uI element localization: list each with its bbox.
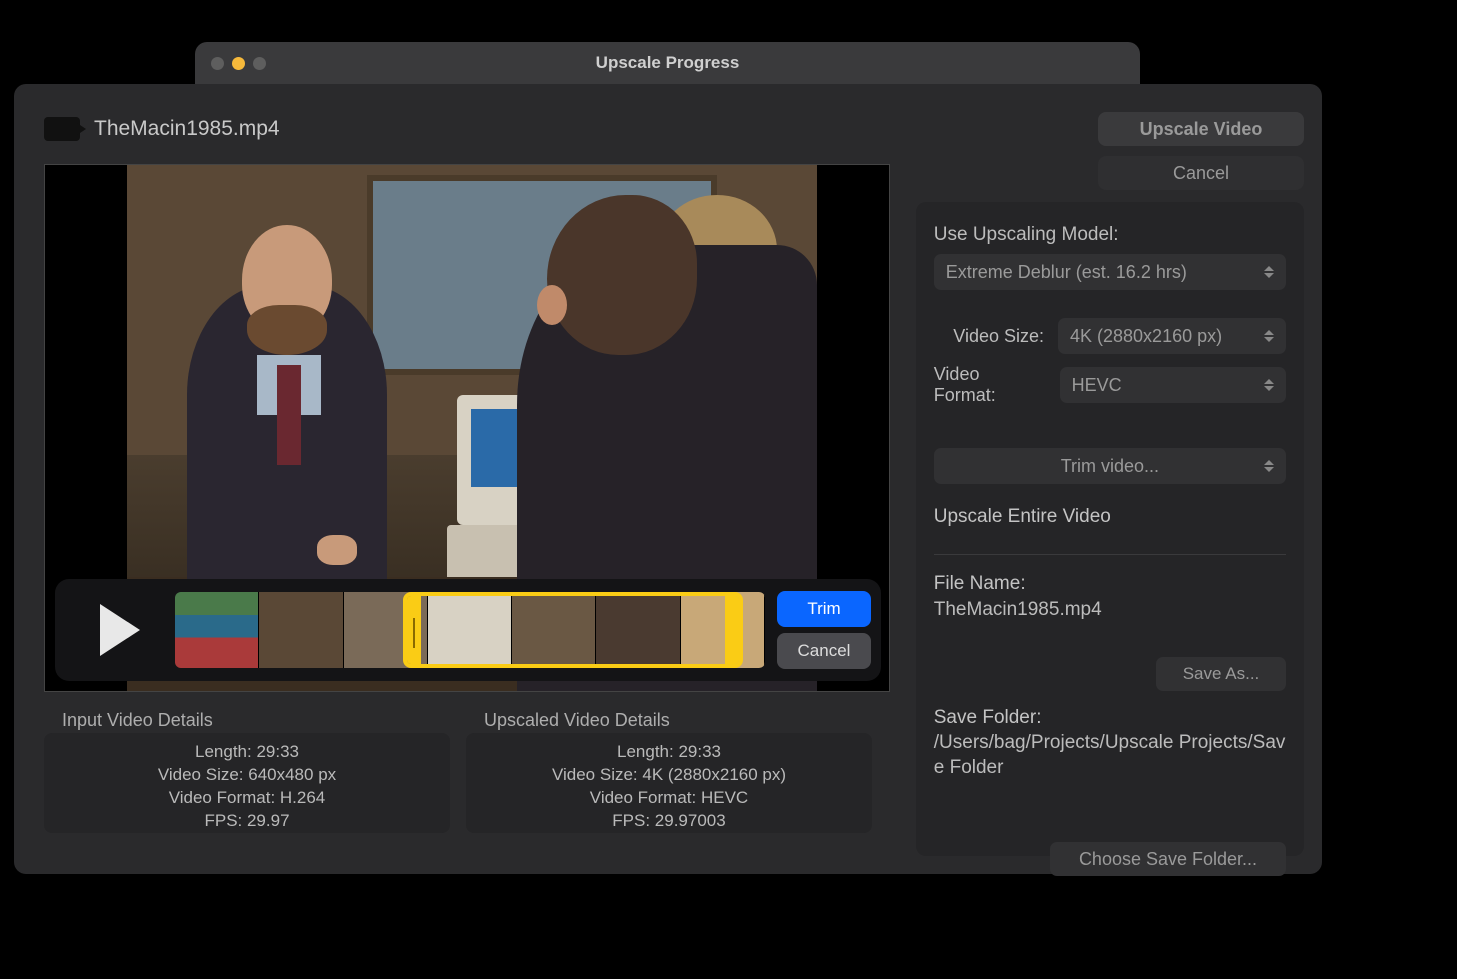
upscale-video-button[interactable]: Upscale Video	[1098, 112, 1304, 146]
filmstrip[interactable]	[175, 592, 765, 668]
input-details-title: Input Video Details	[62, 710, 450, 731]
play-button[interactable]	[65, 590, 175, 670]
trim-selection[interactable]	[403, 592, 743, 668]
trim-confirm-button[interactable]: Trim	[777, 591, 871, 627]
model-select[interactable]: Extreme Deblur (est. 16.2 hrs)	[934, 254, 1286, 290]
filmstrip-thumb	[259, 592, 343, 668]
cancel-button[interactable]: Cancel	[1098, 156, 1304, 190]
trim-buttons: Trim Cancel	[777, 591, 871, 669]
input-fps: FPS: 29.97	[52, 810, 442, 833]
output-details-title: Upscaled Video Details	[484, 710, 872, 731]
video-format-label: Video Format:	[934, 364, 1046, 406]
output-size: Video Size: 4K (2880x2160 px)	[474, 764, 864, 787]
choose-save-folder-button[interactable]: Choose Save Folder...	[1050, 842, 1286, 876]
video-size-label: Video Size:	[953, 326, 1044, 347]
input-details-body: Length: 29:33 Video Size: 640x480 px Vid…	[44, 733, 450, 833]
sheet-title: Upscale Progress	[195, 53, 1140, 73]
filename-value: TheMacin1985.mp4	[934, 599, 1286, 621]
divider	[934, 554, 1286, 555]
output-details-body: Length: 29:33 Video Size: 4K (2880x2160 …	[466, 733, 872, 833]
video-format-value: HEVC	[1072, 375, 1122, 396]
play-icon	[100, 604, 140, 656]
settings-panel: Use Upscaling Model: Extreme Deblur (est…	[916, 202, 1304, 856]
filename-label: File Name:	[934, 573, 1286, 595]
video-format-row: Video Format: HEVC	[934, 364, 1286, 406]
video-file-icon	[44, 117, 80, 141]
chevron-updown-icon	[1264, 379, 1274, 391]
current-file-name: TheMacin1985.mp4	[94, 117, 280, 141]
save-folder-label: Save Folder:	[934, 707, 1286, 729]
right-column: Upscale Video Cancel Use Upscaling Model…	[916, 112, 1304, 856]
filmstrip-thumb	[175, 592, 259, 668]
trim-video-label: Trim video...	[1061, 456, 1159, 477]
left-column: TheMacin1985.mp4	[44, 112, 898, 856]
output-length: Length: 29:33	[474, 741, 864, 764]
trim-toolbar: Trim Cancel	[55, 579, 881, 681]
chevron-updown-icon	[1264, 266, 1274, 278]
output-fps: FPS: 29.97003	[474, 810, 864, 833]
input-format: Video Format: H.264	[52, 787, 442, 810]
input-size: Video Size: 640x480 px	[52, 764, 442, 787]
chevron-updown-icon	[1264, 460, 1274, 472]
sheet-titlebar: Upscale Progress	[195, 42, 1140, 84]
save-as-button[interactable]: Save As...	[1156, 657, 1286, 691]
save-folder-value: /Users/bag/Projects/Upscale Projects/Sav…	[934, 731, 1286, 780]
video-preview: Trim Cancel	[44, 164, 890, 692]
video-format-select[interactable]: HEVC	[1060, 367, 1286, 403]
file-header: TheMacin1985.mp4	[44, 112, 898, 146]
input-details-box: Input Video Details Length: 29:33 Video …	[44, 700, 450, 833]
output-format: Video Format: HEVC	[474, 787, 864, 810]
video-size-select[interactable]: 4K (2880x2160 px)	[1058, 318, 1286, 354]
model-label: Use Upscaling Model:	[934, 224, 1286, 246]
trim-video-button[interactable]: Trim video...	[934, 448, 1286, 484]
main-window: TheMacin1985.mp4	[14, 84, 1322, 874]
details-row: Input Video Details Length: 29:33 Video …	[44, 700, 898, 833]
upscale-scope-label: Upscale Entire Video	[934, 506, 1286, 528]
right-header-buttons: Upscale Video Cancel	[916, 112, 1304, 190]
video-size-value: 4K (2880x2160 px)	[1070, 326, 1222, 347]
model-select-value: Extreme Deblur (est. 16.2 hrs)	[946, 262, 1187, 283]
input-length: Length: 29:33	[52, 741, 442, 764]
video-size-row: Video Size: 4K (2880x2160 px)	[934, 318, 1286, 354]
chevron-updown-icon	[1264, 330, 1274, 342]
output-details-box: Upscaled Video Details Length: 29:33 Vid…	[466, 700, 872, 833]
trim-cancel-button[interactable]: Cancel	[777, 633, 871, 669]
